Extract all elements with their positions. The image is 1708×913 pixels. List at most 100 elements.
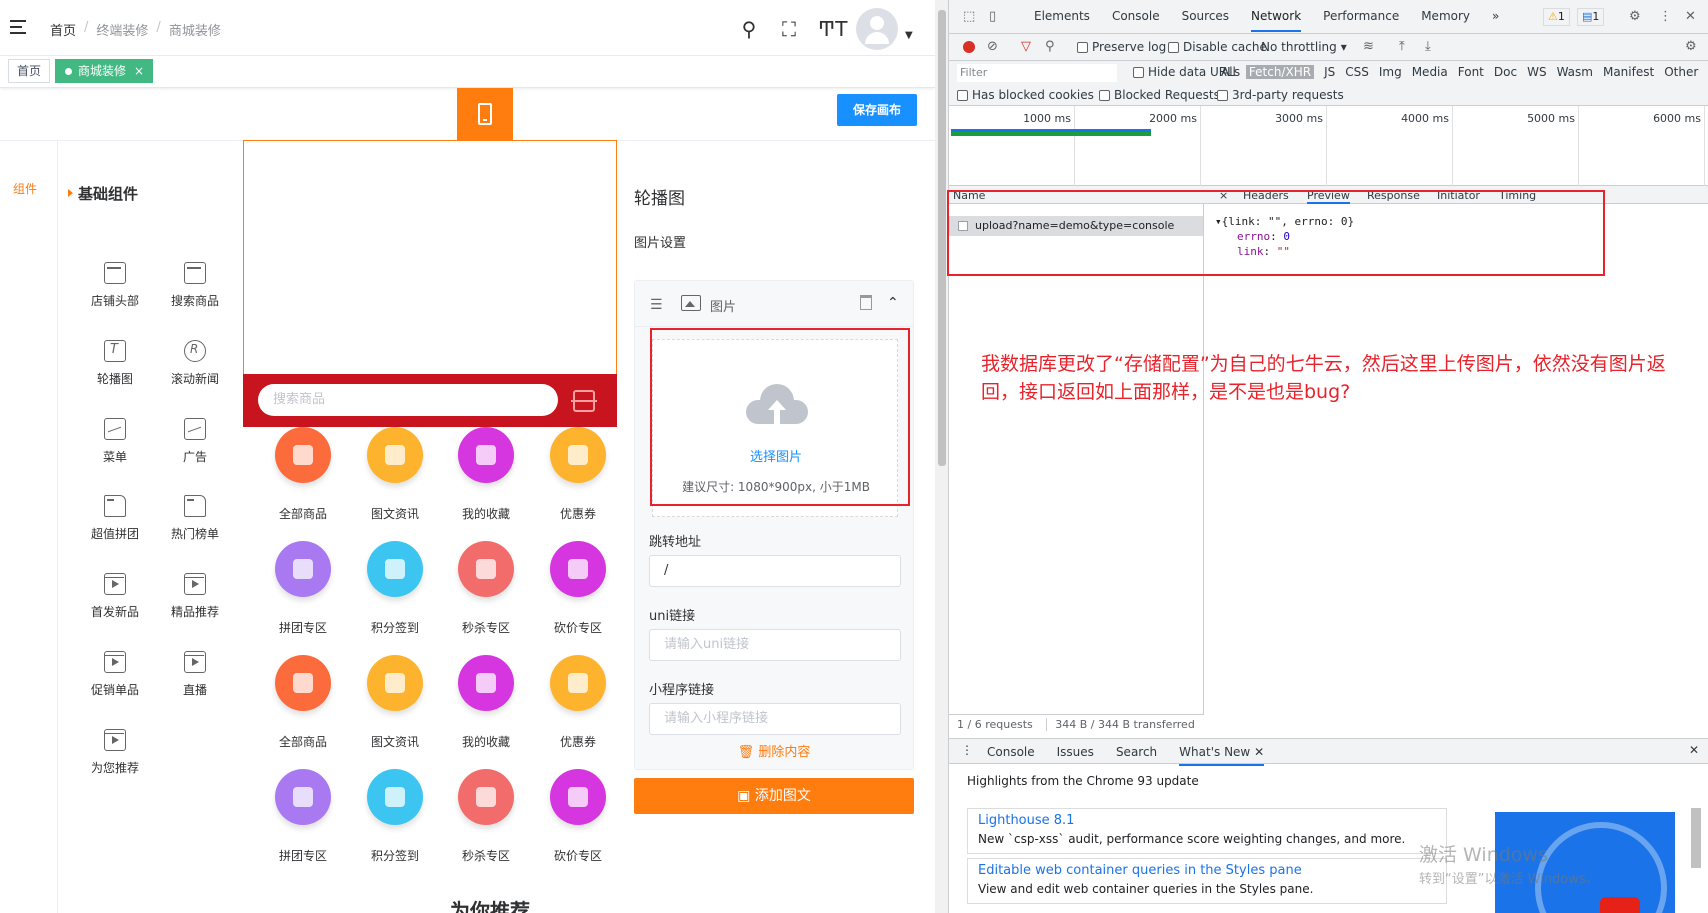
uni-link-input[interactable]: 请输入uni链接 [649, 629, 901, 661]
tab-headers[interactable]: Headers [1243, 189, 1289, 202]
type-media[interactable]: Media [1412, 65, 1448, 79]
type-other[interactable]: Other [1664, 65, 1698, 79]
caret-down-icon[interactable]: ▼ [905, 30, 913, 41]
component-ad[interactable]: 广告 [160, 418, 230, 465]
component-group-buy[interactable]: 超值拼团 [80, 495, 150, 542]
close-icon[interactable]: ✕ [1254, 745, 1264, 759]
kebab-menu-icon[interactable]: ⋮ [1659, 9, 1672, 24]
close-icon[interactable]: × [134, 64, 144, 78]
breadcrumb-item-home[interactable]: 首页 [50, 20, 76, 39]
blocked-requests-checkbox[interactable]: Blocked Requests [1099, 88, 1220, 102]
tab-elements[interactable]: Elements [1034, 9, 1090, 32]
column-name[interactable]: Name [953, 189, 985, 202]
kebab-menu-icon[interactable]: ⋮ [961, 743, 973, 757]
download-icon[interactable]: ⤓ [1425, 39, 1431, 54]
tab-initiator[interactable]: Initiator [1437, 189, 1480, 202]
phone-nav-item[interactable]: 砍价专区 [533, 769, 623, 864]
preserve-log-checkbox[interactable]: Preserve log [1077, 40, 1166, 54]
tab-performance[interactable]: Performance [1323, 9, 1399, 32]
component-shop-header[interactable]: 店铺头部 [80, 262, 150, 309]
phone-nav-item[interactable]: 拼团专区 [258, 541, 348, 636]
component-promo-item[interactable]: 促销单品 [80, 651, 150, 698]
type-css[interactable]: CSS [1345, 65, 1369, 79]
inspect-icon[interactable]: ⬚ [963, 9, 975, 24]
sidebar-tab-components[interactable]: 组件 [13, 180, 37, 197]
phone-nav-item[interactable]: 积分签到 [350, 769, 440, 864]
tab-sources[interactable]: Sources [1182, 9, 1229, 32]
scan-icon[interactable] [571, 390, 597, 412]
phone-nav-item[interactable]: 我的收藏 [441, 427, 531, 522]
save-canvas-button[interactable]: 保存画布 [837, 94, 917, 126]
tab-response[interactable]: Response [1367, 189, 1420, 202]
gear-icon[interactable]: ⚙ [1629, 9, 1641, 24]
phone-nav-item[interactable]: 图文资讯 [350, 427, 440, 522]
mini-program-input[interactable]: 请输入小程序链接 [649, 703, 901, 735]
blocked-cookies-checkbox[interactable]: Has blocked cookies [957, 88, 1094, 102]
type-manifest[interactable]: Manifest [1603, 65, 1654, 79]
phone-nav-item[interactable]: 拼团专区 [258, 769, 348, 864]
drawer-tab-console[interactable]: Console [987, 745, 1035, 766]
fullscreen-icon[interactable]: ⛶ [778, 18, 800, 40]
component-new-arrivals[interactable]: 首发新品 [80, 573, 150, 620]
filter-input[interactable]: Filter [957, 64, 1117, 82]
add-image-text-button[interactable]: ▣ 添加图文 [634, 778, 914, 814]
jump-url-input[interactable]: / [649, 555, 901, 587]
drawer-scrollbar[interactable] [1691, 808, 1701, 868]
more-tabs-icon[interactable]: » [1492, 9, 1499, 32]
whats-new-item[interactable]: Editable web container queries in the St… [967, 858, 1447, 904]
phone-nav-item[interactable]: 全部商品 [258, 427, 348, 522]
upload-icon[interactable]: ⤒ [1399, 39, 1405, 54]
close-icon[interactable]: ✕ [1685, 9, 1696, 24]
tab-console[interactable]: Console [1112, 9, 1160, 32]
breadcrumb-item-terminal[interactable]: 终端装修 [96, 20, 148, 39]
filter-icon[interactable]: ▽ [1021, 39, 1031, 54]
tab-memory[interactable]: Memory [1421, 9, 1470, 32]
throttling-select[interactable]: No throttling ▾ [1261, 40, 1347, 54]
component-scroll-news[interactable]: 滚动新闻 [160, 340, 230, 387]
component-live[interactable]: 直播 [160, 651, 230, 698]
search-icon[interactable]: ⚲ [1045, 39, 1055, 54]
close-icon[interactable]: × [1219, 189, 1228, 202]
request-row[interactable]: upload?name=demo&type=console [949, 216, 1203, 236]
font-size-icon[interactable]: ͲT [818, 18, 847, 40]
image-upload-area[interactable]: 选择图片 建议尺寸: 1080*900px, 小于1MB [652, 339, 898, 517]
phone-nav-item[interactable]: 全部商品 [258, 655, 348, 750]
phone-nav-item[interactable]: 砍价专区 [533, 541, 623, 636]
disable-cache-checkbox[interactable]: Disable cache [1168, 40, 1267, 54]
component-search-goods[interactable]: 搜索商品 [160, 262, 230, 309]
drawer-tab-issues[interactable]: Issues [1057, 745, 1094, 766]
chevron-up-icon[interactable]: ⌃ [887, 295, 899, 311]
type-js[interactable]: JS [1324, 65, 1335, 79]
phone-nav-item[interactable]: 图文资讯 [350, 655, 440, 750]
trash-icon[interactable] [860, 295, 872, 310]
search-icon[interactable]: ⚲ [738, 18, 760, 40]
page-scrollbar[interactable] [935, 0, 948, 913]
close-drawer-icon[interactable]: ✕ [1689, 743, 1699, 757]
phone-nav-item[interactable]: 优惠券 [533, 427, 623, 522]
component-recommend[interactable]: 为您推荐 [80, 729, 150, 776]
type-all[interactable]: All [1221, 65, 1236, 79]
component-featured[interactable]: 精品推荐 [160, 573, 230, 620]
messages-badge[interactable]: ▤1 [1577, 8, 1605, 26]
drawer-tab-search[interactable]: Search [1116, 745, 1157, 766]
gear-icon[interactable]: ⚙ [1685, 39, 1697, 54]
network-timeline[interactable]: 1000 ms 2000 ms 3000 ms 4000 ms 5000 ms … [949, 106, 1708, 186]
clear-icon[interactable]: ⊘ [987, 39, 998, 54]
wifi-icon[interactable]: ≋ [1363, 39, 1374, 54]
hamburger-icon[interactable] [10, 20, 28, 34]
phone-nav-item[interactable]: 秒杀专区 [441, 541, 531, 636]
select-image-link[interactable]: 选择图片 [653, 446, 899, 465]
phone-nav-item[interactable]: 秒杀专区 [441, 769, 531, 864]
warnings-badge[interactable]: ⚠1 [1543, 8, 1570, 26]
type-fetch-xhr[interactable]: Fetch/XHR [1245, 65, 1315, 79]
preview-summary[interactable]: ▾{link: "", errno: 0} [1215, 214, 1354, 229]
third-party-checkbox[interactable]: 3rd-party requests [1217, 88, 1344, 102]
delete-content-button[interactable]: 🗑 删除内容 [635, 741, 913, 760]
phone-preview-tab[interactable] [457, 88, 513, 140]
tag-home[interactable]: 首页 [8, 59, 51, 83]
phone-nav-item[interactable]: 我的收藏 [441, 655, 531, 750]
tag-mall-decoration[interactable]: 商城装修 × [55, 59, 154, 83]
drag-handle-icon[interactable]: ☰ [650, 297, 663, 313]
phone-nav-item[interactable]: 优惠券 [533, 655, 623, 750]
component-carousel[interactable]: 轮播图 [80, 340, 150, 387]
